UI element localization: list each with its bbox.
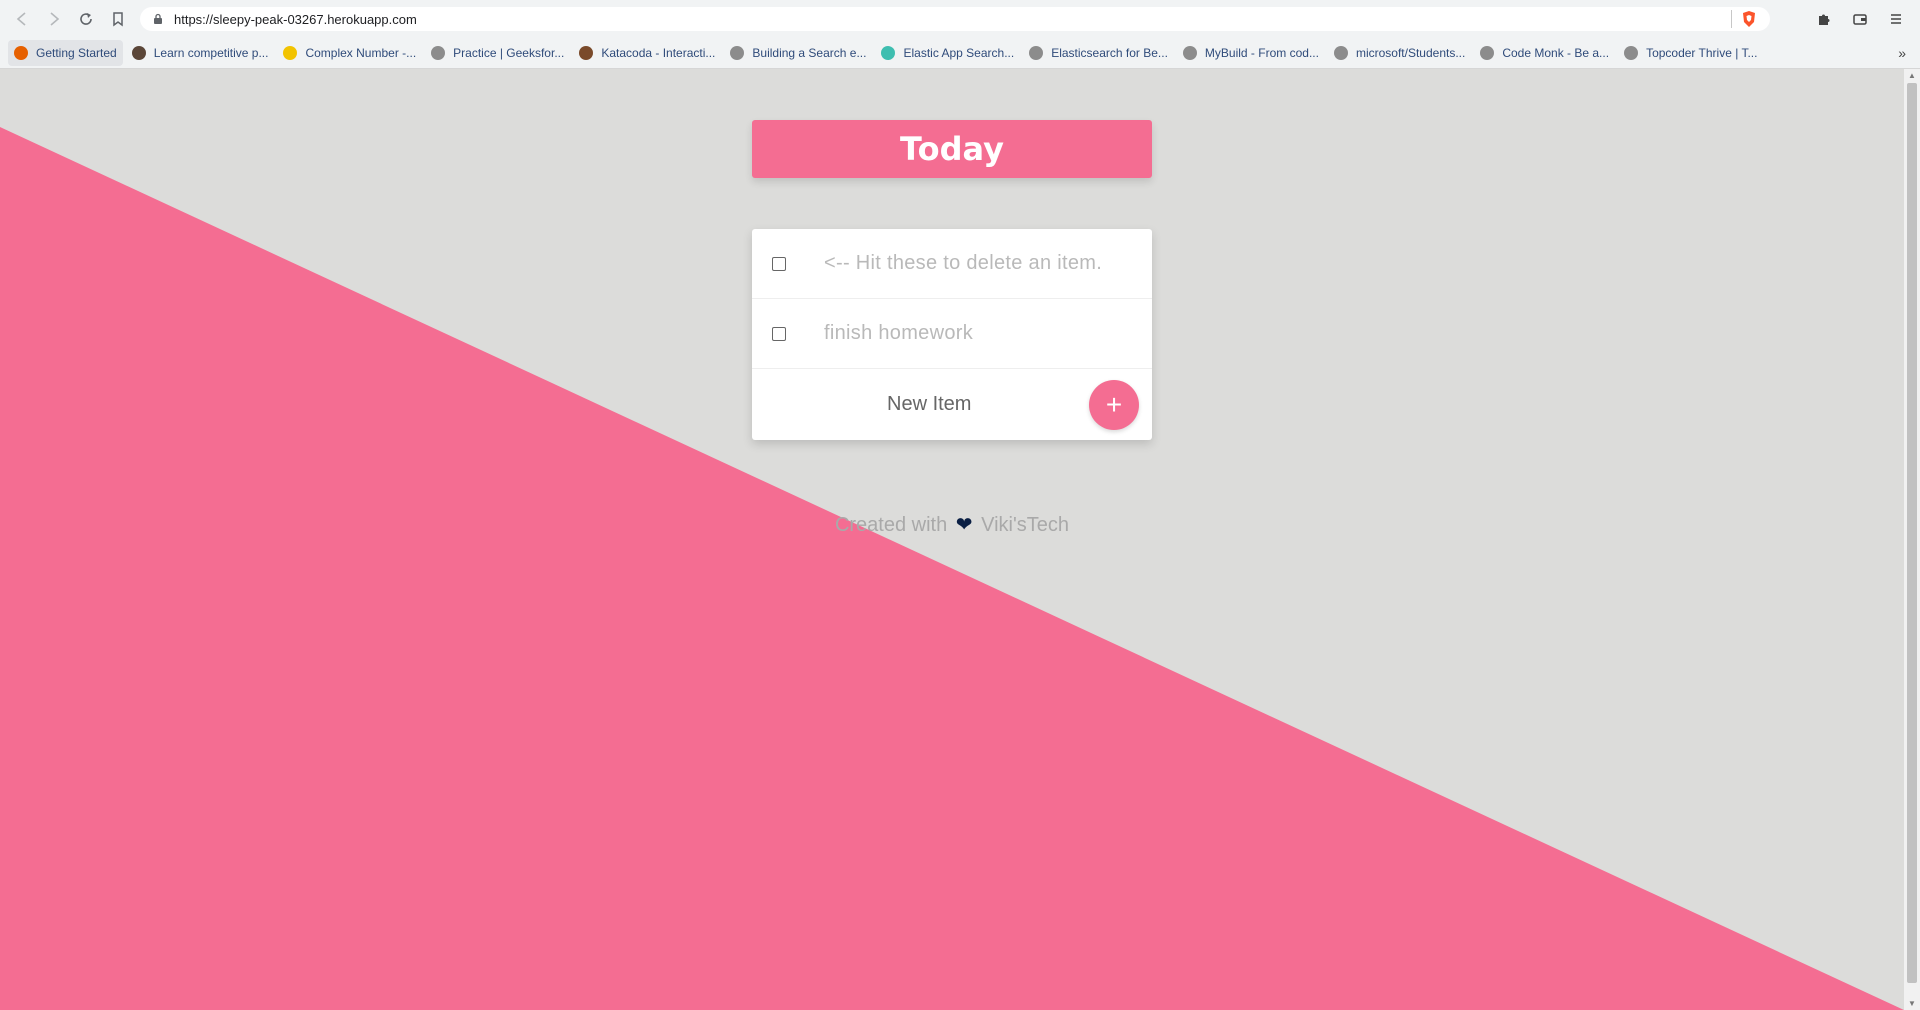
- page-scrollbar[interactable]: ▲ ▼: [1904, 69, 1920, 1010]
- bookmark-item[interactable]: Getting Started: [8, 39, 123, 66]
- bookmark-label: Learn competitive p...: [153, 45, 269, 60]
- browser-toolbar: https://sleepy-peak-03267.herokuapp.com: [0, 0, 1920, 37]
- puzzle-icon: [1819, 14, 1830, 25]
- scrollbar-thumb[interactable]: [1907, 83, 1917, 983]
- background-diagonal-shape: [0, 127, 1904, 1010]
- bookmark-label: MyBuild - From cod...: [1204, 45, 1319, 60]
- katacoda-icon: [579, 45, 594, 60]
- address-bar[interactable]: https://sleepy-peak-03267.herokuapp.com: [140, 7, 1770, 31]
- bookmark-label: Complex Number -...: [305, 45, 417, 60]
- page-title: Today: [752, 120, 1152, 178]
- bookmark-item[interactable]: Learn competitive p...: [126, 40, 275, 66]
- wallet-button[interactable]: [1844, 3, 1876, 35]
- footer-prefix: Created with: [834, 514, 948, 536]
- item-text: finish homework: [824, 322, 974, 344]
- new-item-input[interactable]: New Item: [887, 393, 971, 416]
- bookmark-item[interactable]: Elastic App Search...: [875, 40, 1020, 66]
- codechef-icon: [131, 45, 146, 60]
- bookmark-item[interactable]: Complex Number -...: [277, 40, 422, 66]
- scroll-down-icon[interactable]: ▼: [1908, 999, 1916, 1008]
- back-arrow-icon: [16, 11, 26, 26]
- bookmark-item[interactable]: Code Monk - Be a...: [1474, 40, 1615, 66]
- bookmark-item[interactable]: Topcoder Thrive | T...: [1618, 40, 1763, 66]
- bookmark-label: Topcoder Thrive | T...: [1646, 45, 1758, 60]
- bookmarks-bar: Getting Started Learn competitive p... Com…: [0, 37, 1920, 69]
- reload-icon: [80, 12, 92, 25]
- bookmarks-overflow-icon[interactable]: »: [1898, 45, 1906, 61]
- url-text: https://sleepy-peak-03267.herokuapp.com: [174, 11, 417, 27]
- globe-icon: [1333, 45, 1348, 60]
- bookmark-label: Code Monk - Be a...: [1502, 45, 1610, 60]
- bookmark-page-button[interactable]: [102, 3, 134, 35]
- item-checkbox[interactable]: [772, 326, 786, 341]
- item-checkbox[interactable]: [772, 256, 786, 271]
- bookmark-label: Practice | Geeksfor...: [453, 45, 565, 60]
- bookmark-label: Katacoda - Interacti...: [601, 45, 716, 60]
- footer-brand: Viki'sTech: [981, 514, 1070, 536]
- back-button[interactable]: [6, 3, 38, 35]
- reload-button[interactable]: [70, 3, 102, 35]
- menu-button[interactable]: [1880, 3, 1912, 35]
- globe-icon: [1182, 45, 1197, 60]
- browser-window: https://sleepy-peak-03267.herokuapp.com …: [0, 0, 1920, 1010]
- bookmark-item[interactable]: Elasticsearch for Be...: [1023, 40, 1174, 66]
- heart-icon: ❤: [955, 514, 973, 536]
- bookmark-label: microsoft/Students...: [1355, 45, 1466, 60]
- bookmark-item[interactable]: Katacoda - Interacti...: [573, 40, 721, 66]
- bookmark-item[interactable]: microsoft/Students...: [1328, 40, 1471, 66]
- todo-item: finish homework: [752, 299, 1152, 369]
- firefox-icon: [14, 45, 28, 60]
- hamburger-menu-icon: [1891, 14, 1901, 24]
- omnibox-divider: [1731, 10, 1732, 28]
- lock-icon: [154, 13, 162, 24]
- bookmark-label: Elasticsearch for Be...: [1051, 45, 1168, 60]
- bookmark-label: Building a Search e...: [752, 45, 867, 60]
- toolbar-right: [1808, 3, 1912, 35]
- bookmark-icon: [113, 11, 123, 26]
- brave-shields-icon[interactable]: [1740, 10, 1758, 28]
- elastic-icon: [881, 45, 896, 60]
- rocket-icon: [283, 45, 298, 60]
- scroll-up-icon[interactable]: ▲: [1908, 71, 1916, 80]
- globe-icon: [431, 45, 446, 60]
- globe-icon: [1624, 45, 1639, 60]
- globe-icon: [1029, 45, 1044, 60]
- page-content: Today <-- Hit these to delete an item. f…: [0, 69, 1904, 1010]
- globe-icon: [1480, 45, 1495, 60]
- globe-icon: [730, 45, 745, 60]
- todo-card: <-- Hit these to delete an item. finish …: [752, 229, 1152, 440]
- bookmark-label: Elastic App Search...: [903, 45, 1015, 60]
- bookmark-item[interactable]: MyBuild - From cod...: [1177, 40, 1325, 66]
- forward-button[interactable]: [38, 3, 70, 35]
- extensions-button[interactable]: [1808, 3, 1840, 35]
- todo-item: <-- Hit these to delete an item.: [752, 229, 1152, 299]
- bookmark-label: Getting Started: [36, 45, 117, 60]
- wallet-icon: [1853, 14, 1867, 25]
- item-text: <-- Hit these to delete an item.: [824, 252, 1103, 274]
- add-item-button[interactable]: +: [1089, 380, 1139, 430]
- new-item-row: New Item +: [752, 369, 1152, 440]
- bookmark-item[interactable]: Building a Search e...: [724, 40, 872, 66]
- footer: Created with ❤ Viki'sTech: [752, 512, 1152, 537]
- forward-arrow-icon: [50, 11, 60, 26]
- bookmark-item[interactable]: Practice | Geeksfor...: [425, 40, 570, 66]
